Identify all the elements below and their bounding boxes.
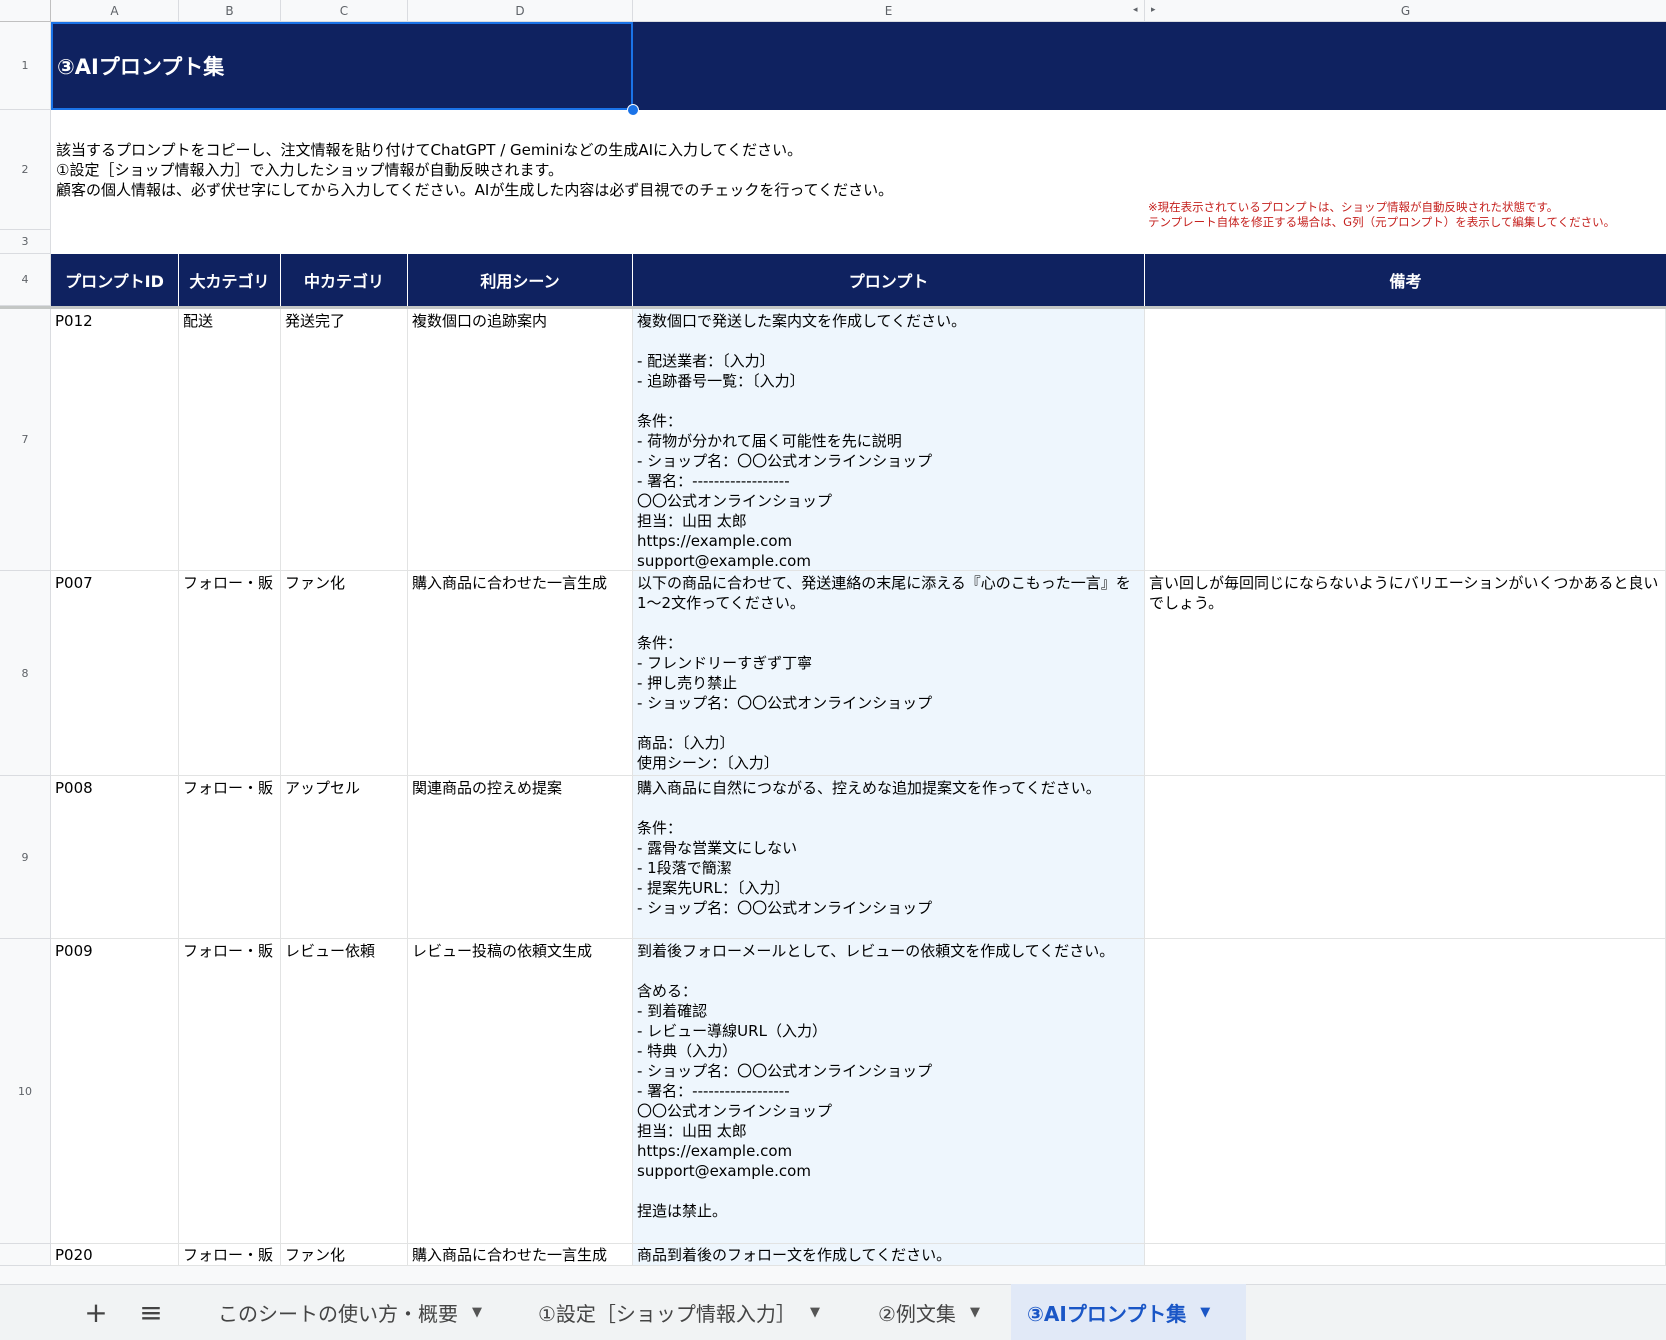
hidden-column-right-arrow-icon[interactable]: ▸ bbox=[1151, 5, 1156, 15]
tab-label: ③AIプロンプト集 bbox=[1027, 1301, 1187, 1326]
tab-example-sentences[interactable]: ②例文集 ▼ bbox=[864, 1284, 994, 1340]
tab-label: ②例文集 bbox=[878, 1301, 956, 1326]
cell-major-category[interactable]: フォロー・販 bbox=[179, 776, 281, 939]
row-header-4[interactable]: 4 bbox=[0, 254, 51, 306]
column-header-g[interactable]: G bbox=[1145, 0, 1666, 22]
cell-sub-category[interactable]: ファン化 bbox=[281, 1244, 408, 1266]
cell-usage-scene[interactable]: 複数個口の追跡案内 bbox=[408, 309, 633, 571]
cell-major-category[interactable]: フォロー・販 bbox=[179, 1244, 281, 1266]
cell-prompt-id[interactable]: P007 bbox=[51, 571, 179, 776]
column-header-d[interactable]: D bbox=[408, 0, 633, 22]
tab-usage-overview[interactable]: このシートの使い方・概要 ▼ bbox=[204, 1284, 496, 1340]
cell-major-category[interactable]: 配送 bbox=[179, 309, 281, 571]
auto-reflect-note[interactable]: ※現在表示されているプロンプトは、ショップ情報が自動反映された状態です。 テンプ… bbox=[1148, 200, 1666, 230]
column-header-c[interactable]: C bbox=[281, 0, 408, 22]
row-header-3[interactable]: 3 bbox=[0, 230, 51, 254]
cell-prompt-id[interactable]: P020 bbox=[51, 1244, 179, 1266]
cell-usage-scene[interactable]: 購入商品に合わせた一言生成 bbox=[408, 571, 633, 776]
cell-major-category[interactable]: フォロー・販 bbox=[179, 571, 281, 776]
tab-ai-prompts[interactable]: ③AIプロンプト集 ▼ bbox=[1011, 1284, 1246, 1340]
cell-remarks[interactable] bbox=[1145, 776, 1666, 939]
cell-remarks[interactable] bbox=[1145, 939, 1666, 1244]
tab-dropdown-icon[interactable]: ▼ bbox=[1200, 1305, 1210, 1320]
column-header-a[interactable]: A bbox=[51, 0, 179, 22]
cell-prompt-id[interactable]: P012 bbox=[51, 309, 179, 571]
header-sub-category[interactable]: 中カテゴリ bbox=[281, 254, 408, 306]
tab-dropdown-icon[interactable]: ▼ bbox=[472, 1305, 482, 1320]
header-major-category[interactable]: 大カテゴリ bbox=[179, 254, 281, 306]
grid-bottom-gap bbox=[0, 1266, 1666, 1284]
cell-usage-scene[interactable]: レビュー投稿の依頼文生成 bbox=[408, 939, 633, 1244]
column-header-b[interactable]: B bbox=[179, 0, 281, 22]
cell-usage-scene[interactable]: 購入商品に合わせた一言生成 bbox=[408, 1244, 633, 1266]
cell-prompt[interactable]: 複数個口で発送した案内文を作成してください。 - 配送業者：〔入力〕 - 追跡番… bbox=[633, 309, 1145, 571]
header-usage-scene[interactable]: 利用シーン bbox=[408, 254, 633, 306]
tab-label: このシートの使い方・概要 bbox=[218, 1301, 458, 1326]
cell-major-category[interactable]: フォロー・販 bbox=[179, 939, 281, 1244]
add-sheet-icon[interactable]: + bbox=[78, 1294, 114, 1330]
row-header-8[interactable]: 8 bbox=[0, 571, 51, 776]
row-header-2[interactable]: 2 bbox=[0, 110, 51, 230]
cell-usage-scene[interactable]: 関連商品の控えめ提案 bbox=[408, 776, 633, 939]
row-header-7[interactable]: 7 bbox=[0, 308, 51, 571]
page-title[interactable]: ③AIプロンプト集 bbox=[51, 22, 633, 110]
cell-sub-category[interactable]: アップセル bbox=[281, 776, 408, 939]
cell-remarks[interactable] bbox=[1145, 309, 1666, 571]
all-sheets-menu-icon[interactable]: ≡ bbox=[133, 1294, 169, 1330]
row-header-1[interactable]: 1 bbox=[0, 22, 51, 110]
select-all-corner[interactable] bbox=[0, 0, 51, 22]
selection-fill-handle[interactable] bbox=[627, 104, 639, 116]
instructions-text[interactable]: 該当するプロンプトをコピーし、注文情報を貼り付けてChatGPT / Gemin… bbox=[56, 140, 1136, 200]
cell-prompt[interactable]: 購入商品に自然につながる、控えめな追加提案文を作ってください。 条件： - 露骨… bbox=[633, 776, 1145, 939]
tab-label: ①設定［ショップ情報入力］ bbox=[538, 1301, 796, 1326]
hidden-column-left-arrow-icon[interactable]: ◂ bbox=[1133, 5, 1138, 15]
cell-sub-category[interactable]: レビュー依頼 bbox=[281, 939, 408, 1244]
cell-prompt[interactable]: 到着後フォローメールとして、レビューの依頼文を作成してください。 含める： - … bbox=[633, 939, 1145, 1244]
cell-prompt-id[interactable]: P008 bbox=[51, 776, 179, 939]
tab-shop-settings[interactable]: ①設定［ショップ情報入力］ ▼ bbox=[524, 1284, 834, 1340]
cell-remarks[interactable]: 言い回しが毎回同じにならないようにバリエーションがいくつかあると良いでしょう。 bbox=[1145, 571, 1666, 776]
tab-dropdown-icon[interactable]: ▼ bbox=[970, 1305, 980, 1320]
cell-sub-category[interactable]: ファン化 bbox=[281, 571, 408, 776]
cell-prompt-id[interactable]: P009 bbox=[51, 939, 179, 1244]
cell-remarks[interactable] bbox=[1145, 1244, 1666, 1266]
column-header-e[interactable]: E bbox=[633, 0, 1145, 22]
row-header-11[interactable] bbox=[0, 1244, 51, 1266]
cell-prompt[interactable]: 商品到着後のフォロー文を作成してください。 bbox=[633, 1244, 1145, 1266]
cell-prompt[interactable]: 以下の商品に合わせて、発送連絡の末尾に添える『心のこもった一言』を1〜2文作って… bbox=[633, 571, 1145, 776]
row-header-10[interactable]: 10 bbox=[0, 939, 51, 1244]
header-prompt[interactable]: プロンプト bbox=[633, 254, 1145, 306]
header-remarks[interactable]: 備考 bbox=[1145, 254, 1666, 306]
tab-dropdown-icon[interactable]: ▼ bbox=[810, 1305, 820, 1320]
header-prompt-id[interactable]: プロンプトID bbox=[51, 254, 179, 306]
cell-sub-category[interactable]: 発送完了 bbox=[281, 309, 408, 571]
row-header-9[interactable]: 9 bbox=[0, 776, 51, 939]
